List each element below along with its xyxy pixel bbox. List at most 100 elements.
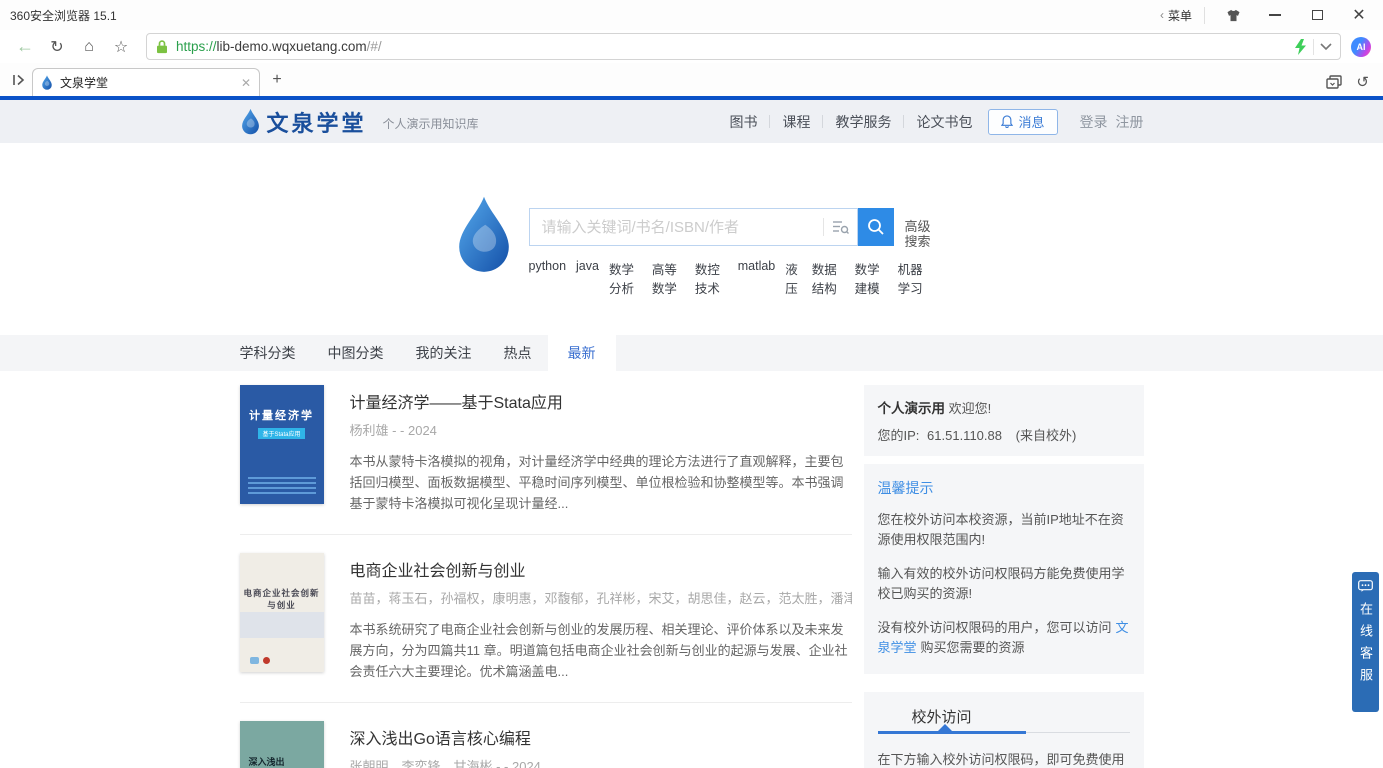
nav-item-teaching-service[interactable]: 教学服务 — [835, 112, 891, 132]
book-row[interactable]: 电商企业社会创新与创业 电商企业社会创新与创业 苗苗，蒋玉石，孙福权，康明惠，邓… — [240, 553, 852, 703]
search-box — [529, 208, 859, 246]
hot-keyword[interactable]: python — [529, 259, 567, 297]
campus-access-desc: 在下方输入校外访问权限码，即可免费使用学校已购买的资源。 — [878, 750, 1130, 768]
online-service-label: 在线客服 — [1356, 602, 1375, 690]
book-author-year: 苗苗，蒋玉石，孙福权，康明惠，邓馥郁，孔祥彬，宋艾，胡思佳，赵云，范太胜，潘津，… — [350, 588, 852, 607]
site-logo-text: 文泉学堂 — [267, 106, 367, 138]
login-link[interactable]: 登录 — [1080, 112, 1108, 132]
maximize-button[interactable] — [1303, 5, 1331, 25]
tip-text: 没有校外访问权限码的用户，您可以访问文泉学堂购买您需要的资源 — [878, 618, 1130, 658]
hot-keyword[interactable]: 数学分析 — [609, 259, 642, 297]
url-text: https://lib-demo.wqxuetang.com/#/ — [176, 39, 1294, 54]
url-path: /#/ — [367, 39, 382, 54]
browser-titlebar: 360安全浏览器 15.1 ‹ 菜单 ✕ — [0, 0, 1383, 30]
book-cover[interactable]: 电商企业社会创新与创业 — [240, 553, 324, 672]
tab-title: 文泉学堂 — [60, 74, 234, 91]
tab-subject-category[interactable]: 学科分类 — [240, 335, 312, 371]
book-description: 本书系统研究了电商企业社会创新与创业的发展历程、相关理论、评价体系以及未来发展方… — [350, 619, 852, 682]
nav-item-books[interactable]: 图书 — [729, 112, 757, 132]
tip-text: 输入有效的校外访问权限码方能免费使用学校已购买的资源! — [878, 564, 1130, 604]
recently-closed-tabs-icon[interactable] — [1326, 75, 1342, 89]
tip-text: 您在校外访问本校资源，当前IP地址不在资源使用权限范围内! — [878, 510, 1130, 550]
home-button[interactable]: ⌂ — [74, 34, 104, 60]
category-tabbar: 学科分类 中图分类 我的关注 热点 最新 — [0, 335, 1383, 371]
webpage: 文泉学堂 个人演示用知识库 图书 课程 教学服务 论文书包 消息 — [0, 100, 1383, 768]
book-author-year: 杨利雄 - - 2024 — [350, 420, 852, 439]
account-name: 个人演示用 — [878, 401, 946, 416]
chat-bubble-icon — [1358, 580, 1373, 592]
ip-label: 您的IP: — [878, 428, 920, 443]
sidebar: 个人演示用 欢迎您! 您的IP: 61.51.110.88 (来自校外) 温馨提… — [864, 385, 1144, 768]
site-logo-large-drop-icon — [453, 194, 515, 274]
tab-hot[interactable]: 热点 — [488, 335, 548, 371]
ai-assistant-button[interactable]: AI — [1351, 37, 1371, 57]
book-title[interactable]: 电商企业社会创新与创业 — [350, 557, 852, 581]
hot-keyword[interactable]: 高等数学 — [652, 259, 685, 297]
hot-keyword[interactable]: 数学建模 — [855, 259, 888, 297]
chevron-left-icon: ‹ — [1160, 8, 1164, 22]
tab-clc-category[interactable]: 中图分类 — [312, 335, 400, 371]
book-description: 本书从蒙特卡洛模拟的视角，对计量经济学中经典的理论方法进行了直观解释，主要包括回… — [350, 451, 852, 514]
scan-search-mode-icon[interactable] — [832, 220, 849, 234]
nav-item-paper-bag[interactable]: 论文书包 — [916, 112, 972, 132]
book-cover[interactable]: 深入浅出 Go语言核心编程 — [240, 721, 324, 768]
logo-drop-icon — [240, 108, 261, 135]
book-list: 计量经济学 基于Stata应用 计量经济学——基于Stata应用 杨利雄 - -… — [240, 385, 852, 768]
theme-skin-icon[interactable] — [1219, 5, 1247, 25]
nav-item-courses[interactable]: 课程 — [782, 112, 810, 132]
main-content: 计量经济学 基于Stata应用 计量经济学——基于Stata应用 杨利雄 - -… — [0, 385, 1383, 768]
online-service-button[interactable]: 在线客服 — [1352, 572, 1379, 712]
browser-tabbar: 文泉学堂 ✕ + ↺ — [0, 63, 1383, 96]
browser-toolbar: ← ↻ ⌂ ☆ https://lib-demo.wqxuetang.com/#… — [0, 30, 1383, 63]
tips-box: 温馨提示 您在校外访问本校资源，当前IP地址不在资源使用权限范围内! 输入有效的… — [864, 464, 1144, 674]
book-row[interactable]: 计量经济学 基于Stata应用 计量经济学——基于Stata应用 杨利雄 - -… — [240, 385, 852, 535]
search-section: 高级 搜索 python java 数学分析 高等数学 数控技术 matlab … — [0, 192, 1383, 297]
book-title[interactable]: 深入浅出Go语言核心编程 — [350, 725, 852, 749]
hot-keyword[interactable]: 数据结构 — [812, 259, 845, 297]
hot-keyword[interactable]: 机器学习 — [898, 259, 931, 297]
hot-keyword[interactable]: 数控技术 — [695, 259, 728, 297]
browser-app-title: 360安全浏览器 15.1 — [10, 7, 117, 24]
speed-mode-icon[interactable] — [1294, 39, 1307, 55]
hot-keywords: python java 数学分析 高等数学 数控技术 matlab 液压 数据结… — [529, 259, 931, 297]
site-header: 文泉学堂 个人演示用知识库 图书 课程 教学服务 论文书包 消息 — [0, 100, 1383, 143]
hot-keyword[interactable]: matlab — [738, 259, 776, 297]
refresh-button[interactable]: ↻ — [42, 34, 72, 60]
tab-sidebar-expand-icon[interactable] — [6, 67, 32, 93]
new-tab-button[interactable]: + — [264, 67, 290, 93]
url-host: lib-demo.wqxuetang.com — [217, 39, 367, 54]
tips-title: 温馨提示 — [878, 478, 1130, 498]
undo-icon[interactable]: ↺ — [1356, 73, 1369, 91]
ip-origin: (来自校外) — [1016, 428, 1077, 443]
address-bar[interactable]: https://lib-demo.wqxuetang.com/#/ — [146, 33, 1341, 60]
register-link[interactable]: 注册 — [1116, 112, 1144, 132]
book-row[interactable]: 深入浅出 Go语言核心编程 深入浅出Go语言核心编程 张朝明、李奕锋、甘海彬 -… — [240, 721, 852, 768]
site-nav: 图书 课程 教学服务 论文书包 — [729, 112, 972, 132]
magnifier-icon — [867, 218, 885, 236]
chevron-down-icon[interactable] — [1320, 43, 1332, 51]
minimize-button[interactable] — [1261, 5, 1289, 25]
messages-label: 消息 — [1018, 112, 1044, 131]
book-cover[interactable]: 计量经济学 基于Stata应用 — [240, 385, 324, 504]
back-button[interactable]: ← — [10, 34, 40, 60]
tab-close-icon[interactable]: ✕ — [241, 76, 251, 90]
advanced-search-link[interactable]: 高级 搜索 — [904, 219, 930, 249]
messages-button[interactable]: 消息 — [988, 109, 1057, 135]
close-button[interactable]: ✕ — [1345, 5, 1373, 25]
tab-my-follows[interactable]: 我的关注 — [400, 335, 488, 371]
search-button[interactable] — [858, 208, 894, 246]
hot-keyword[interactable]: java — [576, 259, 599, 297]
browser-window: 360安全浏览器 15.1 ‹ 菜单 ✕ ← ↻ ⌂ ☆ https://lib… — [0, 0, 1383, 768]
bookmark-star-button[interactable]: ☆ — [106, 34, 136, 60]
ssl-lock-icon — [155, 39, 169, 54]
site-logo[interactable]: 文泉学堂 个人演示用知识库 — [240, 106, 479, 138]
bell-icon — [1001, 115, 1013, 128]
tab-latest[interactable]: 最新 — [548, 335, 616, 371]
campus-access-box: 校外访问 在下方输入校外访问权限码，即可免费使用学校已购买的资源。 进入 — [864, 692, 1144, 768]
browser-menu-button[interactable]: ‹ 菜单 — [1160, 7, 1205, 24]
browser-tab-active[interactable]: 文泉学堂 ✕ — [32, 68, 260, 96]
site-slogan: 个人演示用知识库 — [383, 115, 479, 132]
hot-keyword[interactable]: 液压 — [785, 259, 801, 297]
book-title[interactable]: 计量经济学——基于Stata应用 — [350, 389, 852, 413]
search-input[interactable] — [542, 219, 820, 236]
